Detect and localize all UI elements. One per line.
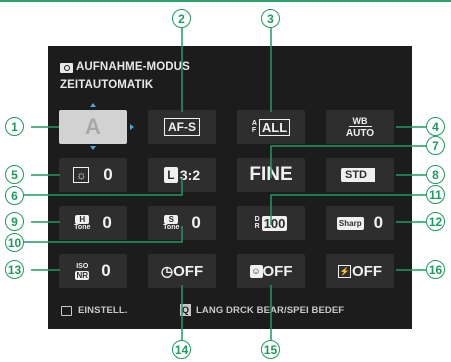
callout-3: 3 (261, 9, 280, 28)
callout-14: 14 (172, 340, 191, 359)
callout-9: 9 (5, 212, 24, 231)
callout-1: 1 (5, 117, 24, 136)
callout-4: 4 (426, 117, 445, 136)
callout-5: 5 (5, 165, 24, 184)
callout-15: 15 (261, 340, 280, 359)
callout-10: 10 (5, 233, 24, 252)
line-7 (270, 145, 426, 178)
line-10 (23, 226, 183, 243)
callout-7: 7 (426, 136, 445, 155)
callout-8: 8 (426, 165, 445, 184)
line-11 (270, 194, 426, 225)
callout-lines (23, 27, 426, 342)
callout-2: 2 (172, 9, 191, 28)
callout-13: 13 (5, 260, 24, 279)
callout-6: 6 (5, 186, 24, 205)
line-6 (23, 178, 183, 196)
callout-12: 12 (426, 212, 445, 231)
callout-11: 11 (426, 185, 445, 204)
callout-16: 16 (426, 260, 445, 279)
